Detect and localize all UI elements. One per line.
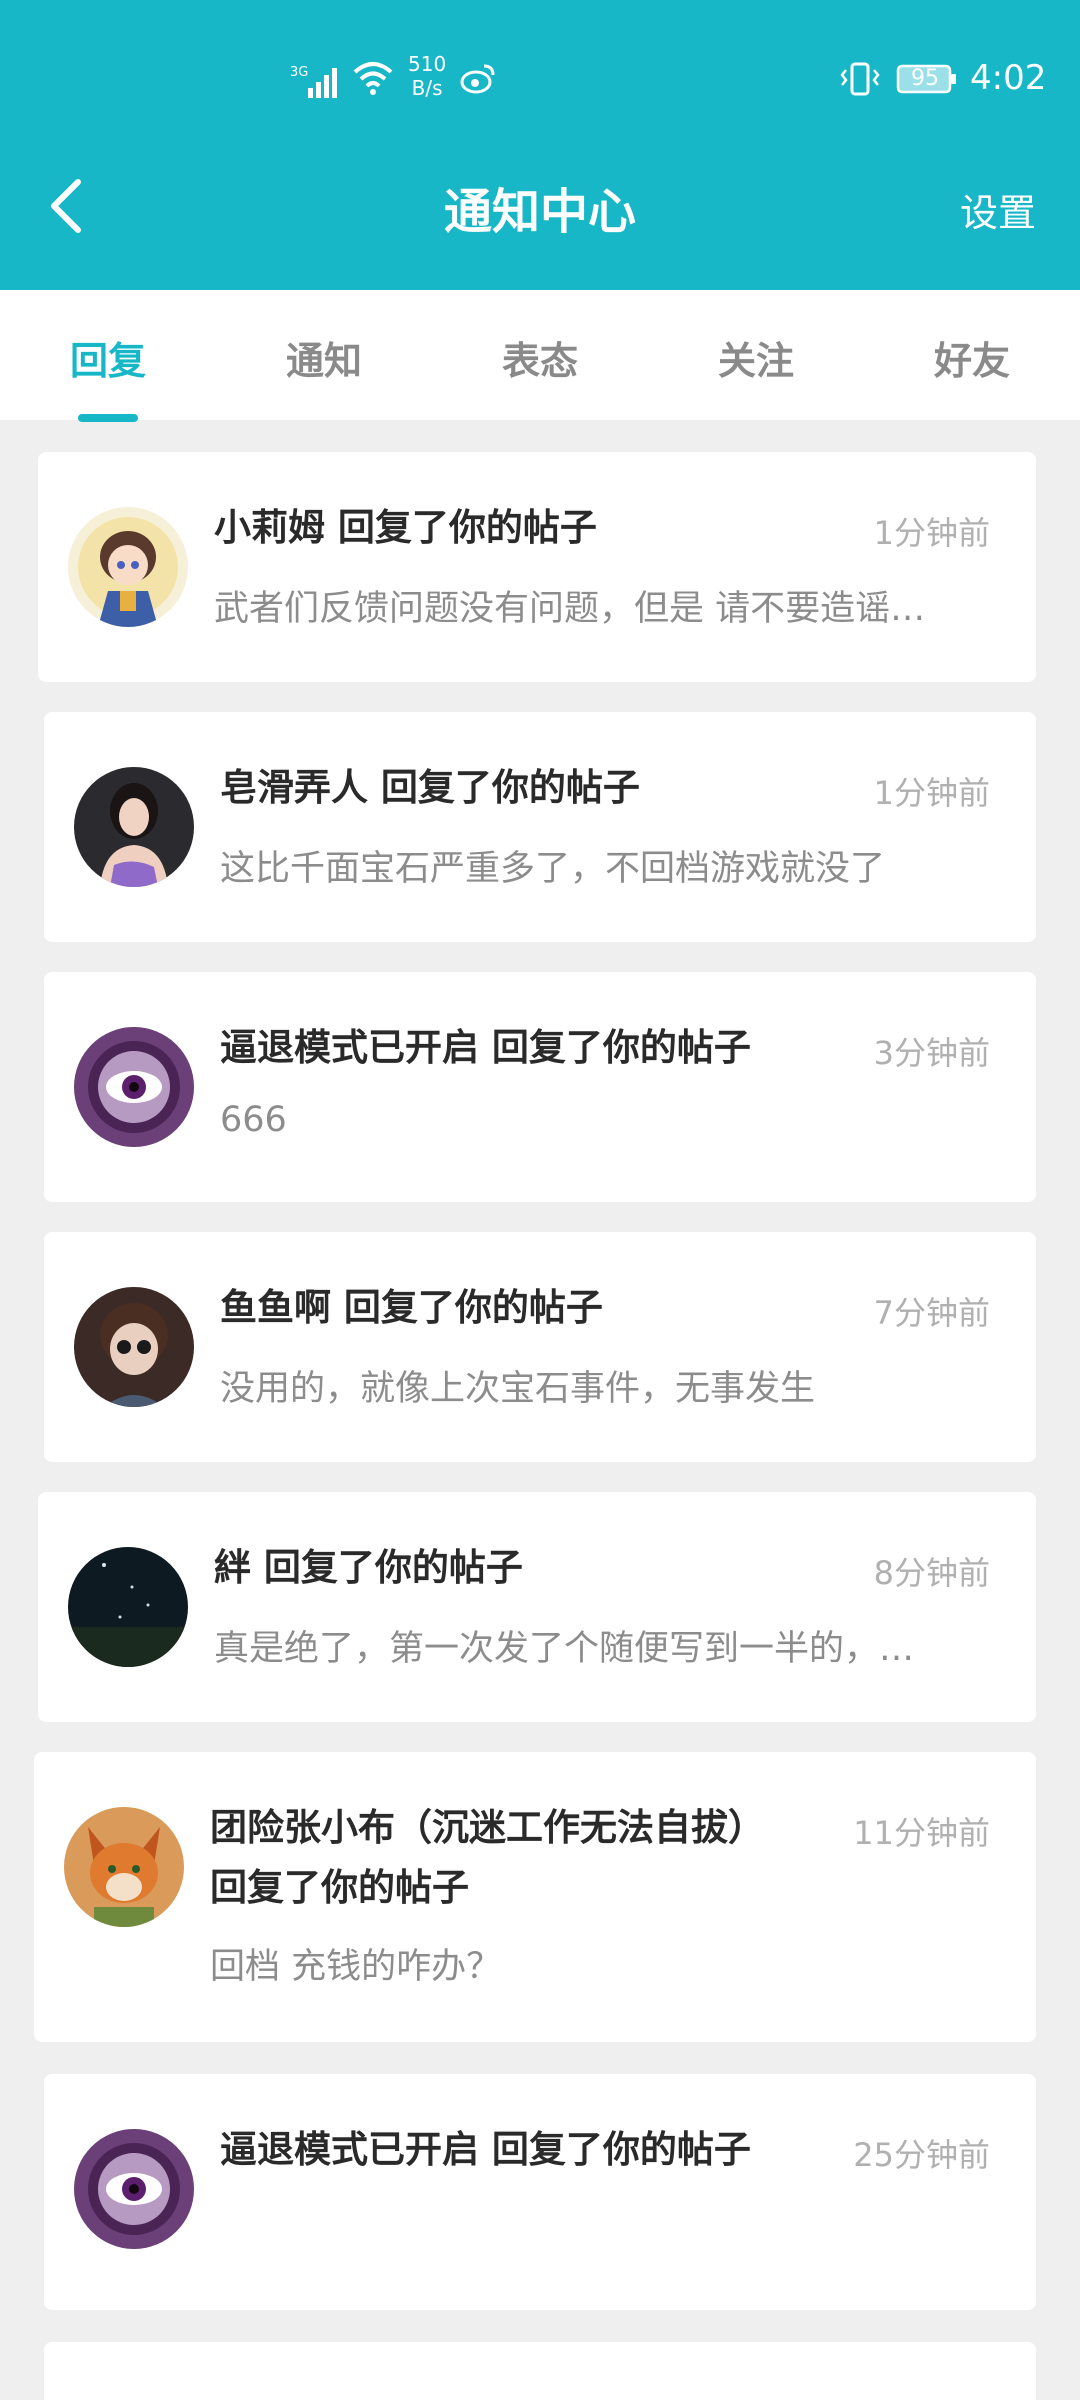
notification-card[interactable]: 小莉姆 回复了你的帖子 1分钟前 武者们反馈问题没有问题，但是 请不要造谣… — [38, 452, 1036, 682]
clock: 4:02 — [970, 58, 1047, 98]
notification-message: 回档 充钱的咋办？ — [210, 1947, 502, 1987]
notification-title: 皂滑弄人 回复了你的帖子 — [220, 766, 640, 809]
anime-girl-avatar[interactable] — [68, 507, 188, 627]
network-speed: 510 B/s — [408, 52, 447, 100]
svg-text:3G: 3G — [290, 65, 308, 80]
tab-follow[interactable]: 关注 — [696, 330, 816, 385]
notification-message: 武者们反馈问题没有问题，但是 请不要造谣… — [214, 589, 926, 629]
notification-title: 逼退模式已开启 回复了你的帖子 — [220, 1026, 751, 1069]
battery-level: 95 — [911, 66, 939, 91]
doll-avatar[interactable] — [74, 1287, 194, 1407]
notification-time: 1分钟前 — [873, 774, 990, 812]
notification-card[interactable]: 逼退模式已开启 回复了你的帖子 3分钟前 666 — [44, 972, 1036, 1202]
active-tab-indicator — [78, 414, 138, 422]
notification-card[interactable]: 团险张小布（沉迷工作无法自拔） 回复了你的帖子 11分钟前 回档 充钱的咋办？ — [34, 1752, 1036, 2042]
notification-message: 这比千面宝石严重多了，不回档游戏就没了 — [220, 849, 886, 889]
notification-time: 7分钟前 — [873, 1294, 990, 1332]
notification-message: 没用的，就像上次宝石事件，无事发生 — [220, 1369, 816, 1409]
notification-card[interactable]: 絆 回复了你的帖子 8分钟前 真是绝了，第一次发了个随便写到一半的，… — [38, 1492, 1036, 1722]
purple-eye-avatar[interactable] — [74, 2129, 194, 2249]
notification-time: 25分钟前 — [853, 2136, 990, 2174]
notification-card[interactable]: 皂滑弄人 回复了你的帖子 1分钟前 这比千面宝石严重多了，不回档游戏就没了 — [44, 712, 1036, 942]
wifi-icon — [353, 62, 393, 95]
tab-bar: 回复 通知 表态 关注 好友 — [0, 290, 1080, 422]
notification-time: 8分钟前 — [873, 1554, 990, 1592]
fox-avatar[interactable] — [64, 1807, 184, 1927]
vibrate-icon — [840, 62, 880, 96]
tab-friends[interactable]: 好友 — [912, 330, 1032, 385]
status-bar: 3G 510 B/s 95 4:02 — [0, 48, 1080, 108]
purple-eye-avatar[interactable] — [74, 1027, 194, 1147]
notification-card[interactable]: 鱼鱼啊 回复了你的帖子 7分钟前 没用的，就像上次宝石事件，无事发生 — [44, 1232, 1036, 1462]
tab-notice[interactable]: 通知 — [264, 330, 384, 385]
cellular-signal-icon: 3G — [290, 65, 337, 98]
woman-photo-avatar[interactable] — [74, 767, 194, 887]
notification-title: 絆 回复了你的帖子 — [214, 1546, 523, 1589]
notification-title: 小莉姆 回复了你的帖子 — [214, 506, 597, 549]
night-sky-avatar[interactable] — [68, 1547, 188, 1667]
notification-message: 666 — [220, 1100, 287, 1140]
header-bar: 3G 510 B/s 95 4:02 通知中心 设置 — [0, 0, 1080, 290]
notification-title: 鱼鱼啊 回复了你的帖子 — [220, 1286, 603, 1329]
notification-message: 真是绝了，第一次发了个随便写到一半的，… — [214, 1629, 915, 1669]
settings-button[interactable]: 设置 — [960, 182, 1036, 237]
notification-card[interactable]: 逼退模式已开启 回复了你的帖子 25分钟前 — [44, 2074, 1036, 2310]
notification-card[interactable] — [44, 2342, 1036, 2400]
page-title: 通知中心 — [443, 184, 636, 240]
weibo-icon — [460, 64, 495, 94]
notification-time: 11分钟前 — [853, 1814, 990, 1852]
notification-title: 团险张小布（沉迷工作无法自拔） 回复了你的帖子 — [210, 1806, 765, 1909]
tab-reactions[interactable]: 表态 — [480, 330, 600, 385]
notification-time: 3分钟前 — [873, 1034, 990, 1072]
notification-time: 1分钟前 — [873, 514, 990, 552]
notification-title: 逼退模式已开启 回复了你的帖子 — [220, 2128, 751, 2171]
tab-reply[interactable]: 回复 — [48, 330, 168, 385]
